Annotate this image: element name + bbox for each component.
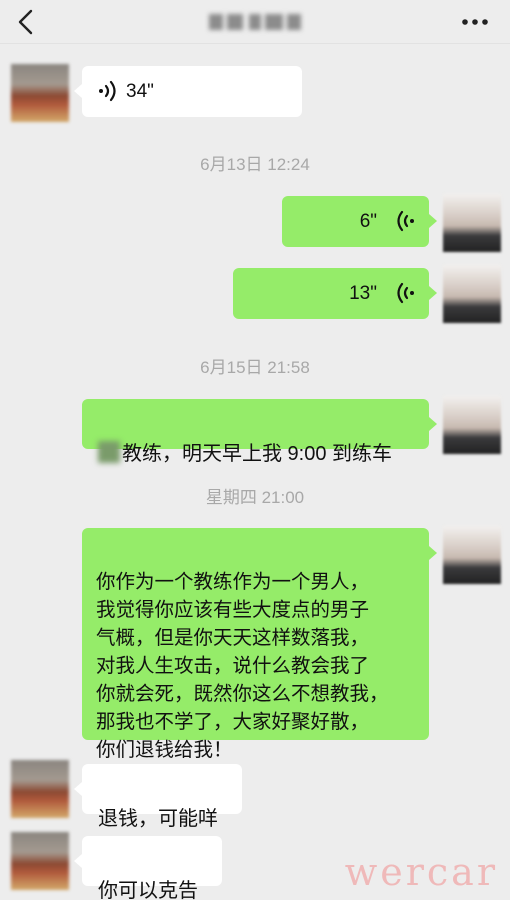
contact-avatar[interactable]: [11, 832, 69, 890]
redacted-name: [98, 441, 120, 463]
watermark: wercar: [344, 850, 498, 894]
chevron-left-icon[interactable]: [14, 9, 38, 35]
voice-duration: 13": [349, 283, 377, 304]
message-text: 教练，明天早上我 9:00 到练车: [122, 443, 393, 465]
message-text: 你作为一个教练作为一个男人， 我觉得你应该有些大度点的男子 气概，但是你天天这样…: [96, 571, 389, 761]
message-text: 退钱，可能咩: [98, 808, 218, 830]
self-avatar[interactable]: [443, 265, 501, 323]
voice-message-bubble[interactable]: 6": [282, 196, 437, 247]
voice-message-bubble[interactable]: 13": [233, 268, 437, 319]
message-text: 你可以克告: [98, 880, 198, 900]
self-avatar[interactable]: [443, 396, 501, 454]
ellipsis-icon[interactable]: [460, 12, 490, 32]
chat-header: [0, 0, 510, 44]
text-message-bubble[interactable]: 退钱，可能咩: [74, 764, 242, 830]
text-message-bubble[interactable]: 你可以克告: [74, 836, 222, 900]
voice-wave-icon: [99, 80, 116, 102]
voice-message-bubble[interactable]: 34": [74, 66, 302, 117]
voice-duration: 6": [359, 211, 377, 232]
voice-wave-icon: [397, 210, 414, 232]
timestamp: 6月15日 21:58: [200, 358, 310, 377]
voice-wave-icon: [397, 282, 414, 304]
contact-avatar[interactable]: [11, 64, 69, 122]
timestamp: 6月13日 12:24: [200, 155, 310, 174]
voice-duration: 34": [126, 81, 154, 102]
timestamp: 星期四 21:00: [205, 488, 305, 507]
self-avatar[interactable]: [443, 194, 501, 252]
chat-contact-name-redacted: [205, 10, 305, 34]
self-avatar[interactable]: [443, 526, 501, 584]
text-message-bubble[interactable]: 你作为一个教练作为一个男人， 我觉得你应该有些大度点的男子 气概，但是你天天这样…: [82, 528, 437, 761]
text-message-bubble[interactable]: 教练，明天早上我 9:00 到练车: [82, 399, 437, 465]
contact-avatar[interactable]: [11, 760, 69, 818]
